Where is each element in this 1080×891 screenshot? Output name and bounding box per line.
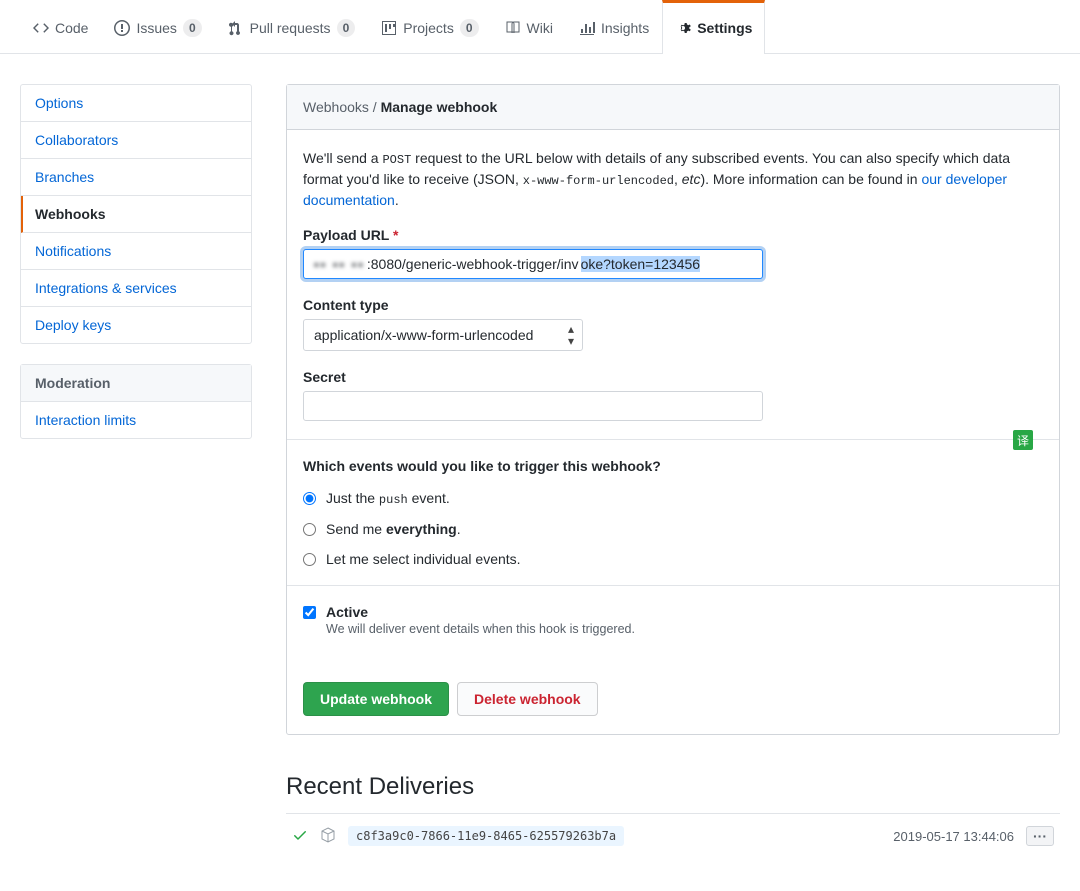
tab-issues[interactable]: Issues 0 [101,0,214,53]
event-option-everything[interactable]: Send me everything. [303,521,1043,537]
tab-insights-label: Insights [601,20,649,36]
sidebar-moderation-header: Moderation [21,365,251,402]
delivery-date: 2019-05-17 13:44:06 [893,829,1014,844]
sidebar-item-deploy-keys[interactable]: Deploy keys [21,307,251,343]
radio-individual-label: Let me select individual events. [326,551,521,567]
tab-issues-label: Issues [136,20,176,36]
required-star: * [393,227,398,243]
content-type-select[interactable]: application/x-www-form-urlencoded ▴▾ [303,319,583,351]
radio-push-label: Just the push event. [326,490,450,507]
pulls-count: 0 [337,19,356,37]
radio-everything[interactable] [303,523,316,536]
gear-icon [675,20,691,36]
content-type-label: Content type [303,297,1043,313]
post-code: POST [382,153,411,167]
tab-pulls-label: Pull requests [250,20,331,36]
delivery-menu-button[interactable]: ··· [1026,826,1054,846]
events-heading: Which events would you like to trigger t… [303,458,1043,474]
tab-wiki[interactable]: Wiki [492,0,566,53]
package-icon [320,827,336,846]
intro-section: We'll send a POST request to the URL bel… [287,130,1059,440]
active-row[interactable]: Active We will deliver event details whe… [303,604,1043,636]
sidebar-item-integrations[interactable]: Integrations & services [21,270,251,307]
settings-sidebar: Options Collaborators Branches Webhooks … [20,84,252,459]
radio-individual[interactable] [303,553,316,566]
delete-webhook-button[interactable]: Delete webhook [457,682,598,716]
translate-icon[interactable]: 译 [1013,430,1033,450]
update-webhook-button[interactable]: Update webhook [303,682,449,716]
sidebar-item-options[interactable]: Options [21,85,251,122]
intro-text: We'll send a POST request to the URL bel… [303,148,1043,211]
sidebar-item-branches[interactable]: Branches [21,159,251,196]
issues-count: 0 [183,19,202,37]
main-content: Webhooks / Manage webhook We'll send a P… [286,84,1060,858]
event-option-individual[interactable]: Let me select individual events. [303,551,1043,567]
delivery-id: c8f3a9c0-7866-11e9-8465-625579263b7a [348,826,624,846]
webhook-panel: Webhooks / Manage webhook We'll send a P… [286,84,1060,735]
tab-code-label: Code [55,20,88,36]
secret-input[interactable] [303,391,763,421]
recent-deliveries-heading: Recent Deliveries [286,773,1060,801]
active-section: Active We will deliver event details whe… [287,586,1059,668]
sidebar-item-notifications[interactable]: Notifications [21,233,251,270]
active-checkbox[interactable] [303,606,316,619]
projects-count: 0 [460,19,479,37]
active-label: Active [326,604,368,620]
issue-icon [114,20,130,36]
content-type-value: application/x-www-form-urlencoded [314,327,533,343]
tab-insights[interactable]: Insights [566,0,662,53]
project-icon [381,20,397,36]
button-row: Update webhook Delete webhook [287,668,1059,734]
payload-url-group: Payload URL * ▪▪ ▪▪ ▪▪:8080/generic-webh… [303,227,1043,279]
payload-url-label: Payload URL * [303,227,1043,243]
sidebar-item-webhooks[interactable]: Webhooks [21,196,251,233]
sidebar-item-collaborators[interactable]: Collaborators [21,122,251,159]
sidebar-item-interaction-limits[interactable]: Interaction limits [21,402,251,438]
enc-code: x-www-form-urlencoded [523,174,674,188]
graph-icon [579,20,595,36]
breadcrumb-sep: / [369,99,381,115]
radio-push[interactable] [303,492,316,505]
book-icon [505,20,521,36]
breadcrumb-root[interactable]: Webhooks [303,99,369,115]
sidebar-main: Options Collaborators Branches Webhooks … [20,84,252,344]
sidebar-moderation: Moderation Interaction limits [20,364,252,439]
breadcrumb: Webhooks / Manage webhook [287,85,1059,130]
content-type-group: Content type application/x-www-form-urle… [303,297,1043,351]
event-option-push[interactable]: Just the push event. [303,490,1043,507]
tab-settings-label: Settings [697,20,752,36]
repo-nav: Code Issues 0 Pull requests 0 Projects 0… [0,0,1080,54]
radio-everything-label: Send me everything. [326,521,461,537]
secret-group: Secret [303,369,1043,421]
tab-projects[interactable]: Projects 0 [368,0,491,53]
tab-settings[interactable]: Settings [662,0,765,54]
breadcrumb-current: Manage webhook [381,99,498,115]
payload-url-input[interactable]: ▪▪ ▪▪ ▪▪:8080/generic-webhook-trigger/in… [303,249,763,279]
chevron-updown-icon: ▴▾ [568,323,574,347]
code-icon [33,20,49,36]
tab-projects-label: Projects [403,20,454,36]
tab-code[interactable]: Code [20,0,101,53]
active-note: We will deliver event details when this … [326,622,635,636]
tab-wiki-label: Wiki [527,20,553,36]
redacted-host: ▪▪ ▪▪ ▪▪ [314,257,365,272]
delivery-row[interactable]: c8f3a9c0-7866-11e9-8465-625579263b7a 201… [286,814,1060,858]
check-icon [292,827,308,846]
events-section: 译 Which events would you like to trigger… [287,440,1059,586]
recent-deliveries-list: c8f3a9c0-7866-11e9-8465-625579263b7a 201… [286,813,1060,858]
git-pull-request-icon [228,20,244,36]
secret-label: Secret [303,369,1043,385]
tab-pull-requests[interactable]: Pull requests 0 [215,0,369,53]
